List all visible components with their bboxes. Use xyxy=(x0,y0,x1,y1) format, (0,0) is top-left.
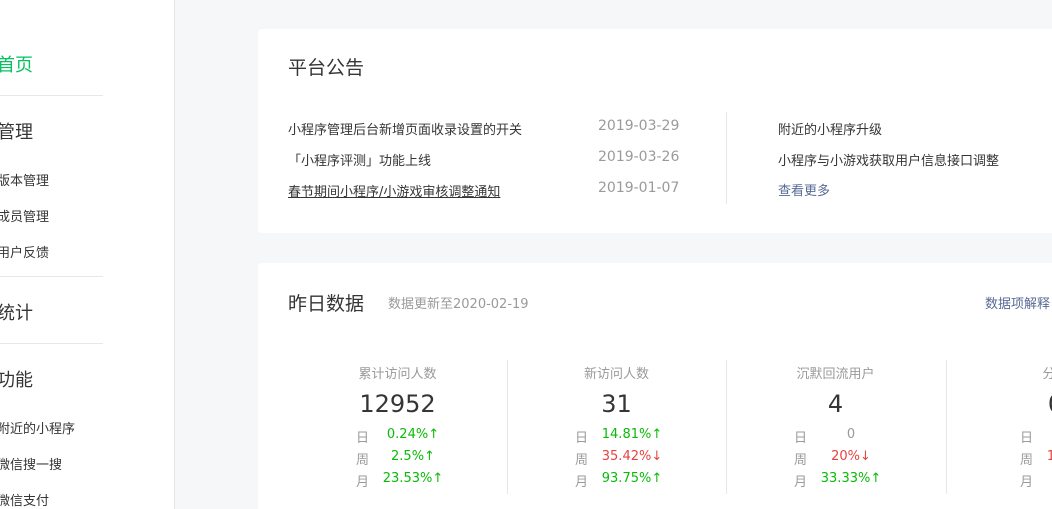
notice-divider xyxy=(726,112,727,204)
metric-value: 0 xyxy=(946,390,1052,418)
metric-label: 累计访问人数 xyxy=(358,367,437,382)
notice-date: 2019-01-07 xyxy=(598,180,680,196)
notice-link[interactable]: 小程序与小游戏获取用户信息接口调整 xyxy=(778,150,999,169)
metric-value: 12952 xyxy=(359,390,436,418)
metric-week-change: 1 xyxy=(1046,449,1052,464)
metric-share: 分享 0 日 周 1 月 xyxy=(946,360,1052,494)
view-more-link[interactable]: 查看更多 xyxy=(778,180,830,199)
metric-week-change: 35.42%↓ xyxy=(601,449,663,464)
metric-week-change: 2.5%↑ xyxy=(391,449,435,464)
metric-new-visitors: 新访问人数 31 日 14.81%↑ 周 35.42%↓ 月 93.75%↑ xyxy=(507,360,726,494)
notice-link[interactable]: 「小程序评测」功能上线 xyxy=(288,150,431,169)
metric-week-change: 20%↓ xyxy=(831,449,871,464)
metric-label: 沉默回流用户 xyxy=(796,367,875,382)
notice-date: 2019-03-29 xyxy=(598,118,680,134)
yesterday-data-card: 昨日数据 数据更新至2020-02-19 数据项解释 累计访问人数 12952 … xyxy=(258,263,1052,509)
data-title: 昨日数据 xyxy=(288,293,365,315)
metric-day-change: 14.81%↑ xyxy=(601,427,663,442)
metric-label: 新访问人数 xyxy=(583,367,649,382)
row-label-month: 月 xyxy=(1020,475,1034,490)
metric-total-visitors: 累计访问人数 12952 日 0.24%↑ 周 2.5%↑ 月 23.53%↑ xyxy=(288,360,507,494)
data-update-time: 数据更新至2020-02-19 xyxy=(388,297,529,312)
sidebar-divider xyxy=(0,276,103,277)
sidebar-divider xyxy=(0,95,103,96)
metric-month-change: 93.75%↑ xyxy=(601,471,663,486)
sidebar-item-version-manage[interactable]: 版本管理 xyxy=(0,170,49,189)
sidebar-section-features[interactable]: 功能 xyxy=(0,366,33,392)
metric-day-change: 0 xyxy=(846,427,856,442)
notice-link[interactable]: 附近的小程序升级 xyxy=(778,119,882,138)
sidebar-item-home[interactable]: 首页 xyxy=(0,51,33,77)
data-explain-link[interactable]: 数据项解释 xyxy=(985,293,1050,312)
notice-link[interactable]: 春节期间小程序/小游戏审核调整通知 xyxy=(288,181,500,200)
sidebar-item-feedback[interactable]: 用户反馈 xyxy=(0,242,49,261)
metric-label: 分享 xyxy=(1042,367,1052,382)
metric-month-change: 33.33%↑ xyxy=(820,471,882,486)
sidebar: 首页 管理 版本管理 成员管理 用户反馈 统计 功能 附近的小程序 微信搜一搜 … xyxy=(0,0,175,509)
sidebar-section-manage[interactable]: 管理 xyxy=(0,118,33,144)
sidebar-divider xyxy=(0,343,103,344)
notice-date: 2019-03-26 xyxy=(598,149,680,165)
metric-day-change: 0.24%↑ xyxy=(386,427,440,442)
sidebar-item-search[interactable]: 微信搜一搜 xyxy=(0,454,62,473)
notice-card: 平台公告 小程序管理后台新增页面收录设置的开关 2019-03-29 「小程序评… xyxy=(258,29,1052,233)
notice-link[interactable]: 小程序管理后台新增页面收录设置的开关 xyxy=(288,119,522,138)
sidebar-item-member-manage[interactable]: 成员管理 xyxy=(0,206,49,225)
metric-value: 4 xyxy=(827,390,844,418)
metric-month-change: 23.53%↑ xyxy=(382,471,444,486)
sidebar-item-pay[interactable]: 微信支付 xyxy=(0,490,49,509)
notice-title: 平台公告 xyxy=(288,57,365,79)
metric-value: 31 xyxy=(601,390,632,418)
sidebar-item-nearby[interactable]: 附近的小程序 xyxy=(0,418,75,437)
metric-silent-return: 沉默回流用户 4 日 0 周 20%↓ 月 33.33%↑ xyxy=(726,360,945,494)
sidebar-section-stats[interactable]: 统计 xyxy=(0,299,33,325)
row-label-day: 日 xyxy=(1020,431,1034,446)
